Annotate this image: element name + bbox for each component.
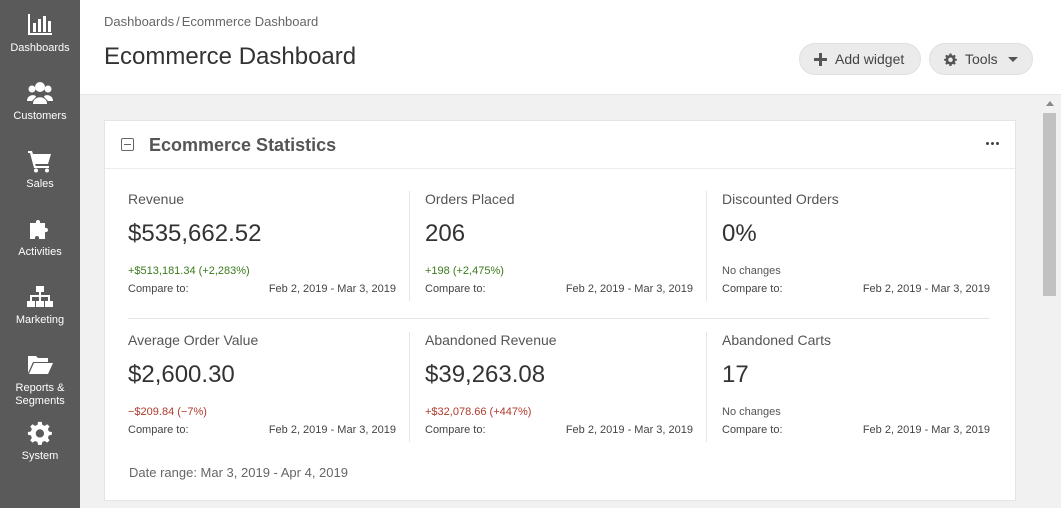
stat-value: $2,600.30 — [128, 361, 235, 388]
stat-change: No changes — [722, 406, 781, 418]
sidebar-item-label: Activities — [18, 246, 62, 258]
sidebar-item-sales[interactable]: Sales — [0, 136, 80, 204]
scroll-up-arrow-icon[interactable] — [1046, 101, 1054, 106]
stat-abandoned-carts: Abandoned Carts 17 No changes Compare to… — [706, 332, 1002, 449]
caret-down-icon — [1007, 56, 1018, 62]
sidebar-item-label: Dashboards — [10, 42, 70, 54]
stat-change: −$209.84 (−7%) — [128, 406, 207, 418]
stat-orders-placed: Orders Placed 206 +198 (+2,475%) Compare… — [409, 191, 705, 308]
sidebar-item-activities[interactable]: Activities — [0, 204, 80, 272]
stat-change: +$32,078.66 (+447%) — [425, 406, 532, 418]
row-divider — [128, 318, 990, 319]
sidebar-item-label: System — [21, 450, 59, 462]
scrollbar-thumb[interactable] — [1043, 113, 1056, 296]
stat-compare: Compare to: Feb 2, 2019 - Mar 3, 2019 — [722, 283, 990, 295]
page-title: Ecommerce Dashboard — [104, 43, 357, 70]
gear-icon — [26, 421, 54, 445]
stat-label: Revenue — [128, 191, 185, 207]
widget-header: Ecommerce Statistics — [105, 121, 1015, 169]
stat-value: 17 — [722, 361, 749, 388]
compare-range: Feb 2, 2019 - Mar 3, 2019 — [268, 424, 396, 436]
breadcrumb-item-current: Ecommerce Dashboard — [181, 14, 319, 29]
compare-label: Compare to: — [722, 424, 783, 436]
compare-range: Feb 2, 2019 - Mar 3, 2019 — [862, 283, 990, 295]
add-widget-button[interactable]: Add widget — [799, 43, 921, 75]
users-icon — [26, 81, 54, 105]
stat-label: Abandoned Carts — [722, 332, 831, 348]
vertical-scrollbar[interactable] — [1041, 96, 1061, 508]
stat-value: $535,662.52 — [128, 220, 262, 247]
more-options-icon[interactable] — [986, 142, 999, 145]
compare-label: Compare to: — [128, 424, 189, 436]
stat-label: Discounted Orders — [722, 191, 839, 207]
cart-icon — [26, 149, 54, 173]
compare-range: Feb 2, 2019 - Mar 3, 2019 — [565, 424, 693, 436]
stat-average-order-value: Average Order Value $2,600.30 −$209.84 (… — [128, 332, 408, 449]
tools-label: Tools — [965, 51, 998, 67]
gear-icon — [944, 53, 957, 66]
sitemap-icon — [26, 285, 54, 309]
breadcrumb: Dashboards / Ecommerce Dashboard — [104, 14, 318, 29]
stat-revenue: Revenue $535,662.52 +$513,181.34 (+2,283… — [128, 191, 408, 308]
tools-dropdown-button[interactable]: Tools — [929, 43, 1033, 75]
stat-compare: Compare to: Feb 2, 2019 - Mar 3, 2019 — [128, 424, 396, 436]
stat-label: Average Order Value — [128, 332, 259, 348]
date-range: Date range: Mar 3, 2019 - Apr 4, 2019 — [129, 465, 348, 480]
stat-value: $39,263.08 — [425, 361, 546, 388]
ecommerce-statistics-widget: Ecommerce Statistics Revenue $535,662.52… — [104, 120, 1016, 501]
sidebar-item-label: Sales — [26, 178, 54, 190]
compare-label: Compare to: — [128, 283, 189, 295]
puzzle-icon — [26, 217, 54, 241]
dashboard-content: Ecommerce Statistics Revenue $535,662.52… — [80, 96, 1041, 508]
compare-label: Compare to: — [722, 283, 783, 295]
sidebar-item-customers[interactable]: Customers — [0, 68, 80, 136]
sidebar-item-dashboards[interactable]: Dashboards — [0, 0, 80, 68]
bar-chart-icon — [26, 13, 54, 37]
compare-range: Feb 2, 2019 - Mar 3, 2019 — [565, 283, 693, 295]
compare-range: Feb 2, 2019 - Mar 3, 2019 — [268, 283, 396, 295]
compare-range: Feb 2, 2019 - Mar 3, 2019 — [862, 424, 990, 436]
collapse-icon[interactable] — [121, 138, 134, 151]
widget-title: Ecommerce Statistics — [149, 135, 337, 155]
stat-change: No changes — [722, 265, 781, 277]
stat-compare: Compare to: Feb 2, 2019 - Mar 3, 2019 — [128, 283, 396, 295]
add-widget-label: Add widget — [835, 51, 905, 67]
sidebar-item-reports-segments[interactable]: Reports & Segments — [0, 340, 80, 408]
compare-label: Compare to: — [425, 283, 486, 295]
stat-discounted-orders: Discounted Orders 0% No changes Compare … — [706, 191, 1002, 308]
sidebar-item-marketing[interactable]: Marketing — [0, 272, 80, 340]
stat-compare: Compare to: Feb 2, 2019 - Mar 3, 2019 — [722, 424, 990, 436]
stat-label: Orders Placed — [425, 191, 515, 207]
stat-abandoned-revenue: Abandoned Revenue $39,263.08 +$32,078.66… — [409, 332, 705, 449]
sidebar-item-system[interactable]: System — [0, 408, 80, 476]
page-header: Dashboards / Ecommerce Dashboard Ecommerce… — [80, 0, 1061, 95]
stat-label: Abandoned Revenue — [425, 332, 557, 348]
sidebar-item-label: Customers — [13, 110, 67, 122]
stat-change: +$513,181.34 (+2,283%) — [128, 265, 250, 277]
folder-open-icon — [26, 353, 54, 377]
breadcrumb-separator: / — [176, 14, 180, 29]
stat-change: +198 (+2,475%) — [425, 265, 504, 277]
sidebar-item-label: Marketing — [15, 314, 65, 326]
breadcrumb-item-dashboards[interactable]: Dashboards — [104, 14, 174, 29]
compare-label: Compare to: — [425, 424, 486, 436]
stat-compare: Compare to: Feb 2, 2019 - Mar 3, 2019 — [425, 283, 693, 295]
sidebar: Dashboards Customers Sales Activities Ma… — [0, 0, 80, 508]
stat-value: 206 — [425, 220, 466, 247]
stat-value: 0% — [722, 220, 757, 247]
sidebar-item-label: Reports & Segments — [15, 382, 65, 407]
plus-icon — [814, 52, 827, 66]
stat-compare: Compare to: Feb 2, 2019 - Mar 3, 2019 — [425, 424, 693, 436]
